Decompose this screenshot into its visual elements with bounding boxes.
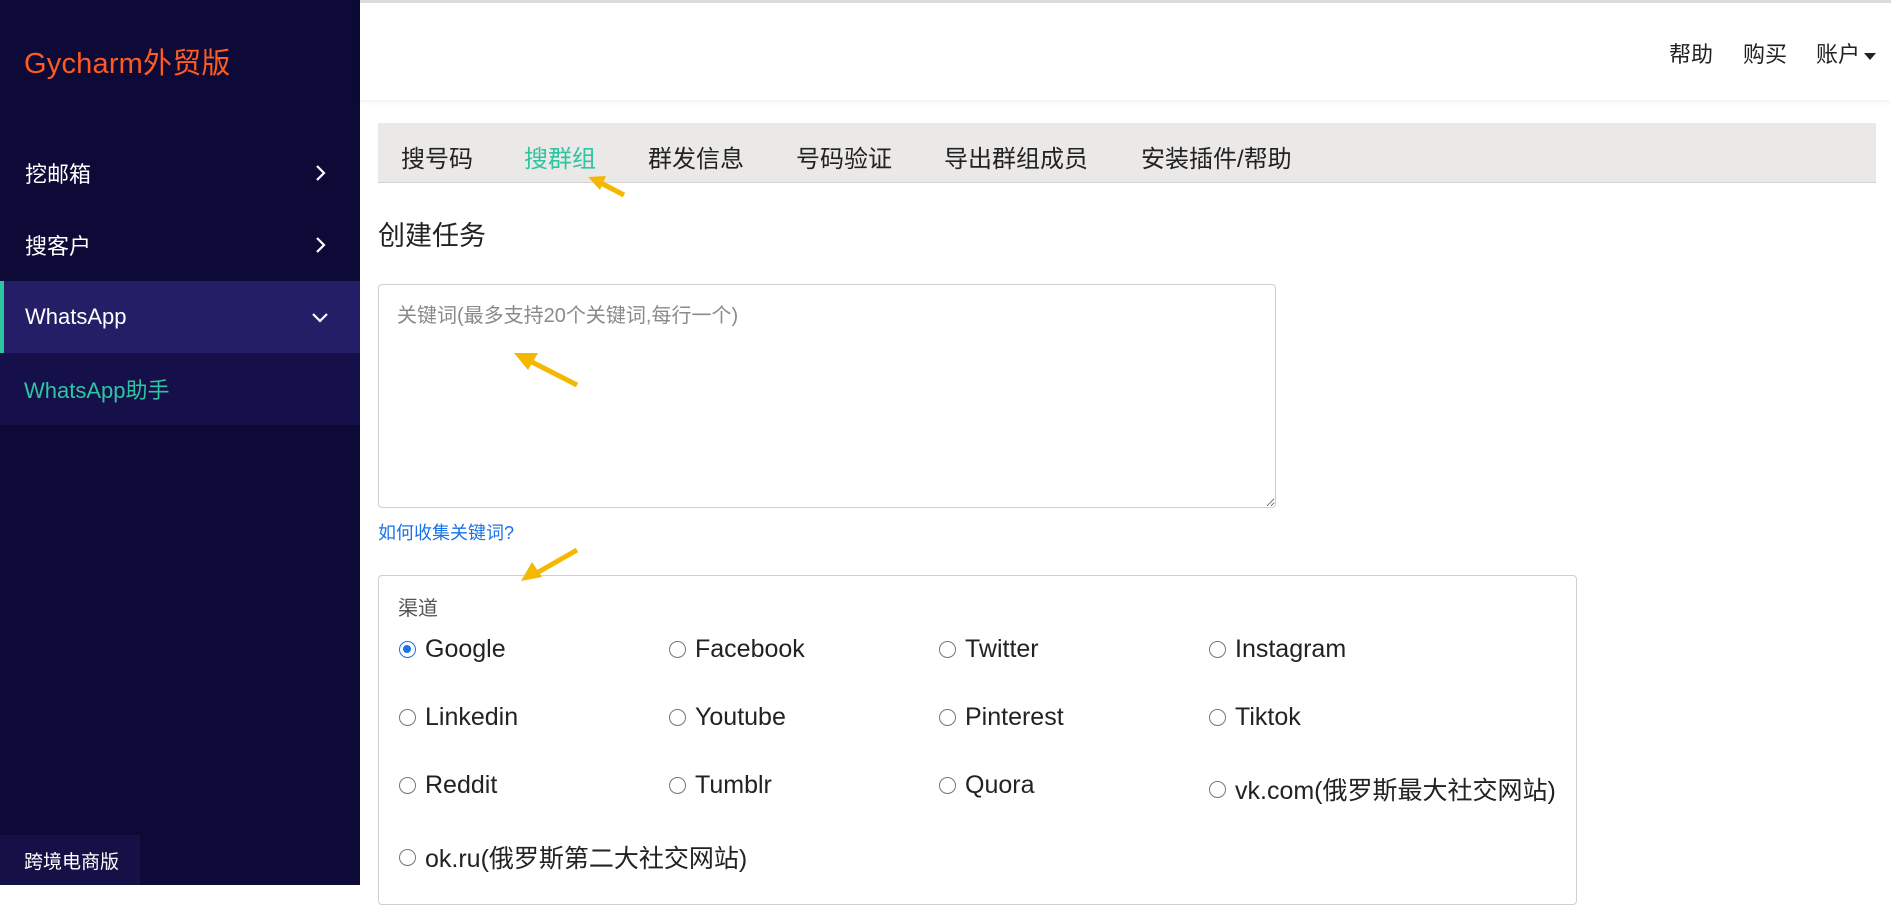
channel-option-ok[interactable]: ok.ru(俄罗斯第二大社交网站) bbox=[399, 839, 747, 875]
chevron-right-icon bbox=[316, 165, 326, 181]
buy-link[interactable]: 购买 bbox=[1743, 37, 1787, 69]
sidebar-subitem-whatsapp-assistant[interactable]: WhatsApp助手 bbox=[24, 373, 170, 405]
channel-option-twitter[interactable]: Twitter bbox=[939, 635, 1039, 664]
radio-button[interactable] bbox=[399, 777, 416, 794]
top-header: 帮助 购买 账户 bbox=[360, 0, 1891, 100]
channel-option-label: Google bbox=[425, 635, 506, 663]
channel-option-reddit[interactable]: Reddit bbox=[399, 771, 497, 800]
radio-button[interactable] bbox=[399, 641, 416, 658]
channel-option-tiktok[interactable]: Tiktok bbox=[1209, 703, 1301, 732]
channel-option-label: Pinterest bbox=[965, 703, 1064, 731]
radio-button[interactable] bbox=[669, 777, 686, 794]
channel-option-label: Youtube bbox=[695, 703, 786, 731]
sidebar-item-label: 挖邮箱 bbox=[25, 162, 92, 187]
sidebar-item-email-mining[interactable]: 挖邮箱 bbox=[0, 137, 360, 209]
chevron-right-icon bbox=[316, 237, 326, 253]
channel-option-label: Instagram bbox=[1235, 635, 1347, 663]
channel-option-quora[interactable]: Quora bbox=[939, 771, 1034, 800]
edition-badge: 跨境电商版 bbox=[0, 835, 140, 885]
sidebar-item-customer-search[interactable]: 搜客户 bbox=[0, 209, 360, 281]
channel-option-instagram[interactable]: Instagram bbox=[1209, 635, 1346, 664]
tool-tabs: 搜号码 搜群组 群发信息 号码验证 导出群组成员 安装插件/帮助 bbox=[378, 123, 1876, 183]
channel-label: 渠道 bbox=[398, 598, 438, 620]
page-title: 创建任务 bbox=[378, 221, 486, 251]
help-link[interactable]: 帮助 bbox=[1669, 37, 1713, 69]
channel-option-label: Tumblr bbox=[695, 771, 772, 799]
channel-option-label: Facebook bbox=[695, 635, 805, 663]
radio-button[interactable] bbox=[939, 709, 956, 726]
account-label: 账户 bbox=[1816, 42, 1861, 67]
radio-button[interactable] bbox=[669, 641, 686, 658]
brand-logo[interactable]: Gycharm外贸版 bbox=[24, 40, 231, 82]
channel-option-label: Linkedin bbox=[425, 703, 519, 731]
channel-option-label: Quora bbox=[965, 771, 1035, 799]
chevron-down-icon bbox=[312, 313, 328, 323]
caret-down-icon bbox=[1864, 52, 1877, 60]
keyword-help-link[interactable]: 如何收集关键词? bbox=[378, 519, 514, 545]
radio-button[interactable] bbox=[399, 848, 416, 866]
tab-number-verify[interactable]: 号码验证 bbox=[796, 139, 892, 174]
channel-option-label: vk.com(俄罗斯最大社交网站) bbox=[1235, 777, 1556, 805]
channel-option-label: Reddit bbox=[425, 771, 498, 799]
radio-button[interactable] bbox=[939, 777, 956, 794]
tab-bulk-message[interactable]: 群发信息 bbox=[648, 139, 744, 174]
sidebar: Gycharm外贸版 挖邮箱 搜客户 WhatsApp WhatsApp助手 跨… bbox=[0, 0, 360, 885]
tab-search-numbers[interactable]: 搜号码 bbox=[401, 139, 473, 174]
radio-button[interactable] bbox=[939, 641, 956, 658]
sidebar-item-label: WhatsApp bbox=[25, 304, 127, 329]
channel-option-vk[interactable]: vk.com(俄罗斯最大社交网站) bbox=[1209, 771, 1556, 807]
sidebar-item-whatsapp[interactable]: WhatsApp bbox=[0, 281, 360, 353]
tab-install-plugin-help[interactable]: 安装插件/帮助 bbox=[1141, 139, 1292, 174]
radio-button[interactable] bbox=[1209, 780, 1226, 798]
tab-search-groups[interactable]: 搜群组 bbox=[524, 139, 596, 174]
channel-group: 渠道 Google Facebook Twitter Instagram Lin… bbox=[378, 575, 1577, 905]
channel-option-tumblr[interactable]: Tumblr bbox=[669, 771, 772, 800]
channel-option-label: ok.ru(俄罗斯第二大社交网站) bbox=[425, 845, 748, 873]
keyword-textarea[interactable] bbox=[378, 284, 1276, 508]
channel-option-youtube[interactable]: Youtube bbox=[669, 703, 786, 732]
channel-option-linkedin[interactable]: Linkedin bbox=[399, 703, 518, 732]
channel-option-label: Tiktok bbox=[1235, 703, 1301, 731]
account-menu[interactable]: 账户 bbox=[1816, 37, 1877, 69]
radio-button[interactable] bbox=[1209, 641, 1226, 658]
sidebar-subitem-container: WhatsApp助手 bbox=[0, 353, 360, 425]
radio-button[interactable] bbox=[1209, 709, 1226, 726]
radio-button[interactable] bbox=[399, 709, 416, 726]
channel-option-label: Twitter bbox=[965, 635, 1039, 663]
channel-option-facebook[interactable]: Facebook bbox=[669, 635, 805, 664]
sidebar-item-label: 搜客户 bbox=[25, 234, 92, 259]
tab-export-members[interactable]: 导出群组成员 bbox=[944, 139, 1088, 174]
channel-option-pinterest[interactable]: Pinterest bbox=[939, 703, 1064, 732]
radio-button[interactable] bbox=[669, 709, 686, 726]
channel-option-google[interactable]: Google bbox=[399, 635, 506, 664]
